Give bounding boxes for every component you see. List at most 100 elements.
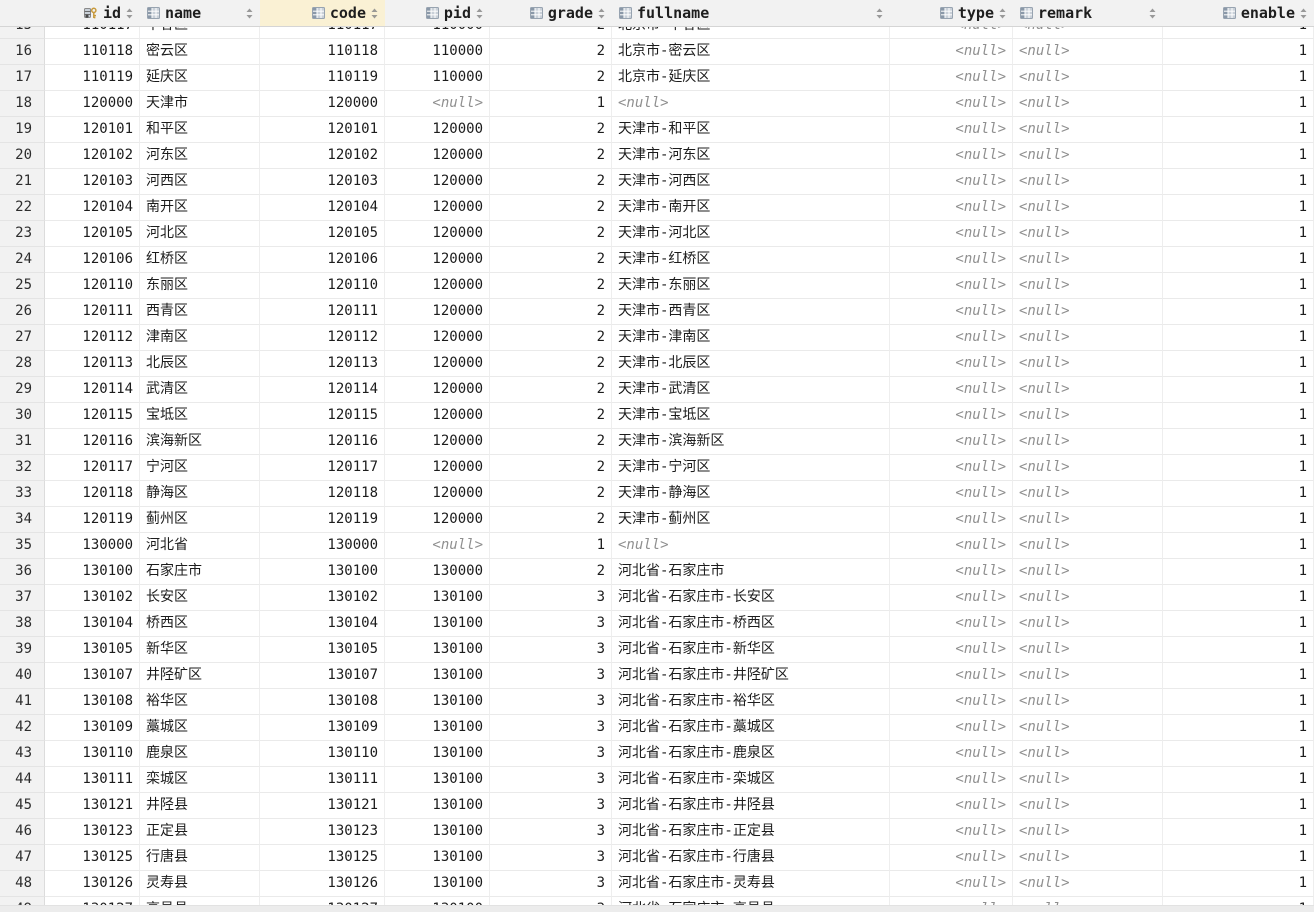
cell-remark[interactable]: <null>: [1013, 91, 1163, 117]
cell-fullname[interactable]: 天津市-津南区: [612, 325, 890, 351]
cell-code[interactable]: 130123: [260, 819, 385, 845]
cell-remark[interactable]: <null>: [1013, 455, 1163, 481]
cell-type[interactable]: <null>: [890, 65, 1013, 91]
row-number[interactable]: 47: [0, 845, 45, 871]
cell-type[interactable]: <null>: [890, 39, 1013, 65]
cell-name[interactable]: 灵寿县: [140, 871, 260, 897]
cell-code[interactable]: 130109: [260, 715, 385, 741]
row-number[interactable]: 35: [0, 533, 45, 559]
horizontal-scrollbar[interactable]: [0, 905, 1314, 912]
cell-remark[interactable]: <null>: [1013, 325, 1163, 351]
table-row[interactable]: 40 130107 井陉矿区 130107 130100 3 河北省-石家庄市-井陉矿区 <n…: [0, 663, 1314, 689]
cell-remark[interactable]: <null>: [1013, 611, 1163, 637]
cell-pid[interactable]: 120000: [385, 325, 490, 351]
table-row[interactable]: 22 120104 南开区 120104 120000 2 天津市-南开区 <null> <nu…: [0, 195, 1314, 221]
cell-id[interactable]: 110117: [45, 27, 140, 39]
cell-type[interactable]: <null>: [890, 481, 1013, 507]
table-row[interactable]: 39 130105 新华区 130105 130100 3 河北省-石家庄市-新华区 <nul…: [0, 637, 1314, 663]
cell-code[interactable]: 120104: [260, 195, 385, 221]
cell-type[interactable]: <null>: [890, 27, 1013, 39]
cell-pid[interactable]: <null>: [385, 533, 490, 559]
cell-type[interactable]: <null>: [890, 377, 1013, 403]
cell-remark[interactable]: <null>: [1013, 377, 1163, 403]
cell-name[interactable]: 西青区: [140, 299, 260, 325]
table-row[interactable]: 21 120103 河西区 120103 120000 2 天津市-河西区 <null> <nu…: [0, 169, 1314, 195]
cell-fullname[interactable]: 天津市-宁河区: [612, 455, 890, 481]
cell-name[interactable]: 河北区: [140, 221, 260, 247]
cell-name[interactable]: 红桥区: [140, 247, 260, 273]
table-row[interactable]: 28 120113 北辰区 120113 120000 2 天津市-北辰区 <null> <nu…: [0, 351, 1314, 377]
cell-type[interactable]: <null>: [890, 299, 1013, 325]
cell-name[interactable]: 延庆区: [140, 65, 260, 91]
cell-name[interactable]: 行唐县: [140, 845, 260, 871]
row-number[interactable]: 36: [0, 559, 45, 585]
table-row[interactable]: 31 120116 滨海新区 120116 120000 2 天津市-滨海新区 <null> <…: [0, 429, 1314, 455]
cell-id[interactable]: 110119: [45, 65, 140, 91]
sort-icon[interactable]: [126, 8, 133, 19]
cell-grade[interactable]: 2: [490, 299, 612, 325]
cell-remark[interactable]: <null>: [1013, 195, 1163, 221]
cell-pid[interactable]: 130100: [385, 611, 490, 637]
cell-pid[interactable]: 130100: [385, 845, 490, 871]
cell-name[interactable]: 南开区: [140, 195, 260, 221]
cell-grade[interactable]: 2: [490, 169, 612, 195]
table-row[interactable]: 33 120118 静海区 120118 120000 2 天津市-静海区 <null> <nu…: [0, 481, 1314, 507]
cell-pid[interactable]: 130100: [385, 871, 490, 897]
cell-id[interactable]: 120105: [45, 221, 140, 247]
table-row[interactable]: 32 120117 宁河区 120117 120000 2 天津市-宁河区 <null> <nu…: [0, 455, 1314, 481]
cell-id[interactable]: 130102: [45, 585, 140, 611]
cell-grade[interactable]: 2: [490, 221, 612, 247]
cell-remark[interactable]: <null>: [1013, 65, 1163, 91]
column-header-code[interactable]: code: [260, 0, 385, 26]
table-row[interactable]: 36 130100 石家庄市 130100 130000 2 河北省-石家庄市 <null> <…: [0, 559, 1314, 585]
cell-type[interactable]: <null>: [890, 715, 1013, 741]
cell-id[interactable]: 120114: [45, 377, 140, 403]
cell-id[interactable]: 130109: [45, 715, 140, 741]
cell-name[interactable]: 河西区: [140, 169, 260, 195]
cell-enable[interactable]: 1: [1163, 195, 1314, 221]
cell-type[interactable]: <null>: [890, 559, 1013, 585]
cell-pid[interactable]: 130000: [385, 559, 490, 585]
cell-fullname[interactable]: 天津市-河北区: [612, 221, 890, 247]
cell-enable[interactable]: 1: [1163, 793, 1314, 819]
cell-enable[interactable]: 1: [1163, 845, 1314, 871]
cell-grade[interactable]: 3: [490, 845, 612, 871]
cell-pid[interactable]: 110000: [385, 39, 490, 65]
cell-grade[interactable]: 2: [490, 117, 612, 143]
cell-remark[interactable]: <null>: [1013, 845, 1163, 871]
cell-id[interactable]: 120110: [45, 273, 140, 299]
cell-enable[interactable]: 1: [1163, 377, 1314, 403]
cell-enable[interactable]: 1: [1163, 299, 1314, 325]
row-number[interactable]: 15: [0, 27, 45, 39]
sort-icon[interactable]: [1300, 8, 1307, 19]
cell-pid[interactable]: 120000: [385, 195, 490, 221]
table-row[interactable]: 48 130126 灵寿县 130126 130100 3 河北省-石家庄市-灵寿县 <nul…: [0, 871, 1314, 897]
cell-pid[interactable]: 120000: [385, 455, 490, 481]
grid-viewport[interactable]: 15110117平谷区1101171100002北京市-平谷区<null><nu…: [0, 27, 1314, 912]
cell-id[interactable]: 120113: [45, 351, 140, 377]
row-number[interactable]: 40: [0, 663, 45, 689]
cell-id[interactable]: 130000: [45, 533, 140, 559]
cell-remark[interactable]: <null>: [1013, 793, 1163, 819]
cell-name[interactable]: 正定县: [140, 819, 260, 845]
cell-pid[interactable]: 120000: [385, 351, 490, 377]
table-row[interactable]: 34 120119 蓟州区 120119 120000 2 天津市-蓟州区 <null> <nu…: [0, 507, 1314, 533]
cell-pid[interactable]: 130100: [385, 715, 490, 741]
cell-pid[interactable]: 130100: [385, 793, 490, 819]
cell-remark[interactable]: <null>: [1013, 429, 1163, 455]
cell-grade[interactable]: 2: [490, 325, 612, 351]
cell-id[interactable]: 120111: [45, 299, 140, 325]
row-number[interactable]: 41: [0, 689, 45, 715]
cell-remark[interactable]: <null>: [1013, 585, 1163, 611]
cell-type[interactable]: <null>: [890, 767, 1013, 793]
cell-fullname[interactable]: 天津市-南开区: [612, 195, 890, 221]
cell-type[interactable]: <null>: [890, 663, 1013, 689]
cell-remark[interactable]: <null>: [1013, 27, 1163, 39]
cell-grade[interactable]: 3: [490, 793, 612, 819]
cell-grade[interactable]: 2: [490, 507, 612, 533]
cell-enable[interactable]: 1: [1163, 403, 1314, 429]
row-number[interactable]: 17: [0, 65, 45, 91]
cell-enable[interactable]: 1: [1163, 27, 1314, 39]
cell-code[interactable]: 120114: [260, 377, 385, 403]
cell-fullname[interactable]: 天津市-武清区: [612, 377, 890, 403]
